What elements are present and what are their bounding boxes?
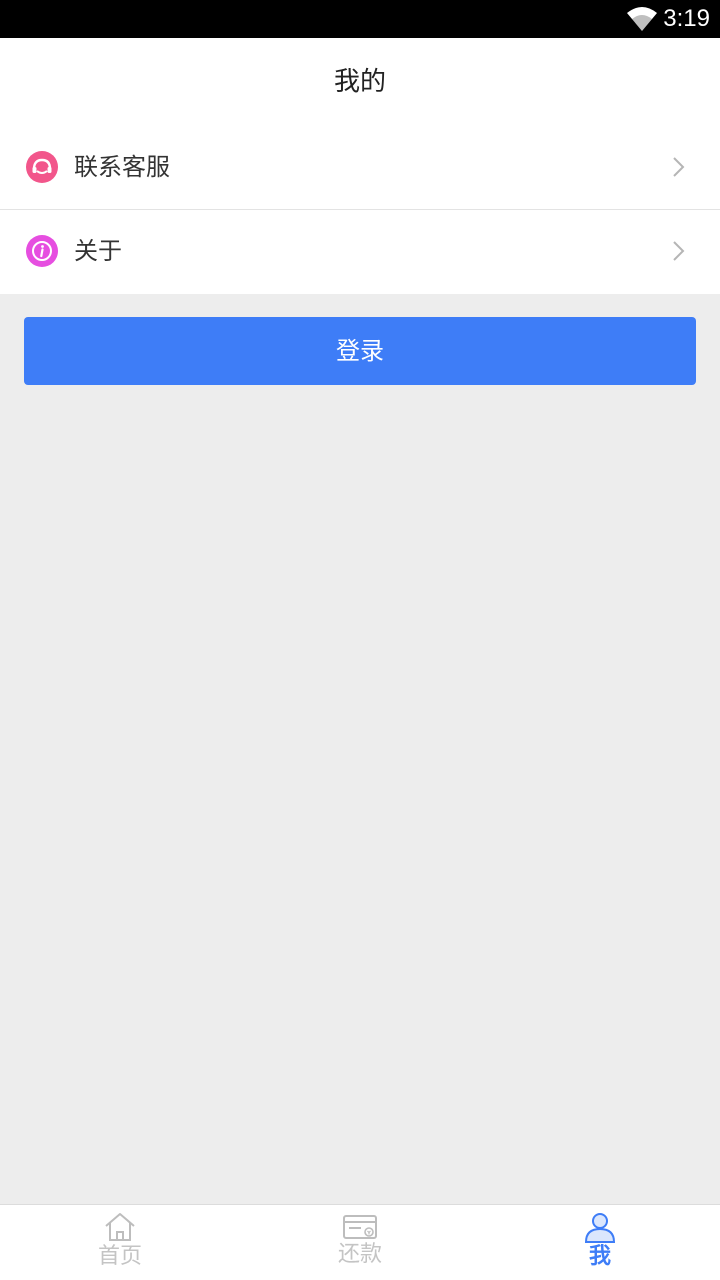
tab-repay[interactable]: 还款 xyxy=(240,1205,480,1280)
menu-item-customer-service[interactable]: 联系客服 xyxy=(0,126,720,210)
clock-time: 3:19 xyxy=(663,5,710,32)
chevron-right-icon xyxy=(673,157,685,177)
tab-label: 还款 xyxy=(337,1242,382,1267)
wifi-icon xyxy=(627,7,657,31)
tab-label: 我 xyxy=(588,1244,611,1269)
tab-home[interactable]: 首页 xyxy=(0,1205,240,1280)
info-icon xyxy=(26,235,58,267)
menu-item-label: 关于 xyxy=(74,237,122,265)
status-bar: 3:19 xyxy=(0,0,720,38)
menu-list: 联系客服 关于 xyxy=(0,126,720,294)
home-icon xyxy=(105,1213,135,1241)
header: 我的 xyxy=(0,38,720,126)
user-icon xyxy=(584,1213,616,1243)
tab-me[interactable]: 我 xyxy=(480,1205,720,1280)
menu-item-label: 联系客服 xyxy=(74,153,170,181)
menu-item-about[interactable]: 关于 xyxy=(0,210,720,294)
chevron-right-icon xyxy=(673,241,685,261)
login-button[interactable]: 登录 xyxy=(24,317,696,385)
bottom-tab-bar: 首页 还款 我 xyxy=(0,1204,720,1280)
page-title: 我的 xyxy=(333,67,386,97)
repay-card-icon xyxy=(343,1215,377,1239)
customer-service-icon xyxy=(26,151,58,183)
tab-label: 首页 xyxy=(97,1244,142,1269)
